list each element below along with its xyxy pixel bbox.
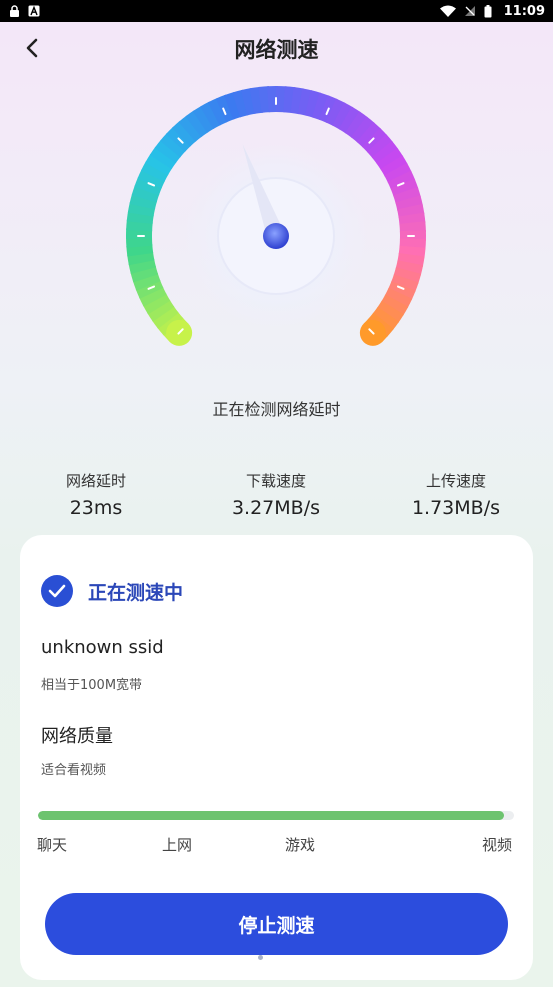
result-card: 正在测速中 unknown ssid 相当于100M宽带 网络质量 适合看视频 … — [20, 535, 533, 980]
stat-latency-label: 网络延时 — [65, 472, 126, 490]
level-game: 游戏 — [285, 836, 316, 854]
status-left — [8, 5, 40, 17]
gauge-knob — [263, 223, 289, 249]
status-bar: 11:09 — [0, 0, 553, 22]
level-chat: 聊天 — [37, 836, 68, 854]
speed-stats: 网络延时 23ms 下载速度 3.27MB/s 上传速度 1.73MB/s — [0, 470, 553, 530]
lock-icon — [8, 5, 20, 17]
app-bar: 网络测速 — [0, 22, 553, 74]
check-icon — [41, 575, 73, 607]
testing-status: 正在测速中 — [41, 575, 183, 607]
status-right: 11:09 — [439, 3, 545, 19]
testing-label: 正在测速中 — [88, 581, 184, 604]
quality-levels: 聊天 上网 游戏 视频 — [20, 834, 533, 854]
status-time: 11:09 — [503, 3, 545, 19]
quality-description: 适合看视频 — [41, 763, 107, 778]
stat-download-label: 下载速度 — [245, 472, 306, 490]
level-video: 视频 — [482, 836, 513, 854]
gauge-status-text: 正在检测网络延时 — [212, 400, 341, 419]
stat-upload-value: 1.73MB/s — [411, 497, 501, 519]
speed-gauge — [0, 80, 553, 380]
stop-test-button[interactable]: 停止测速 — [45, 893, 508, 955]
battery-icon — [484, 4, 492, 17]
gauge-graphic — [126, 86, 426, 346]
stat-upload: 上传速度 1.73MB/s — [376, 470, 536, 519]
no-signal-icon — [464, 5, 476, 17]
stat-latency: 网络延时 23ms — [16, 470, 176, 519]
quality-title: 网络质量 — [41, 726, 113, 747]
stat-download-value: 3.27MB/s — [231, 497, 321, 519]
wifi-icon — [439, 5, 456, 17]
page-indicator — [258, 955, 263, 960]
stat-download: 下载速度 3.27MB/s — [196, 470, 356, 519]
bandwidth-equivalent: 相当于100M宽带 — [41, 678, 143, 693]
level-browse: 上网 — [162, 836, 193, 854]
stat-latency-value: 23ms — [69, 497, 123, 519]
stat-upload-label: 上传速度 — [425, 472, 486, 490]
quality-progress-fill — [38, 811, 505, 820]
a-badge-icon — [28, 5, 40, 17]
network-ssid: unknown ssid — [41, 637, 164, 658]
quality-progress-bar — [38, 811, 514, 820]
page-title: 网络测速 — [234, 38, 319, 62]
